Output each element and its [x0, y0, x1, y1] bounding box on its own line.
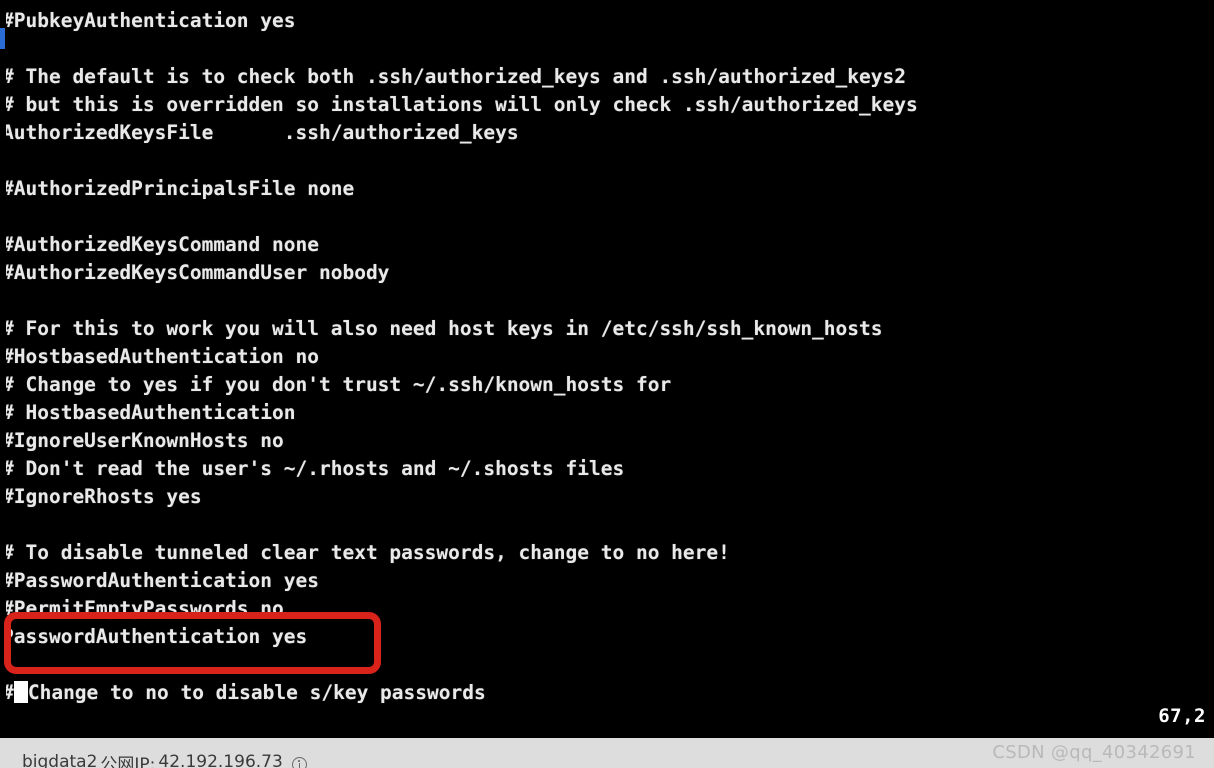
terminal-line: #PasswordAuthentication yes: [2, 569, 319, 592]
ip-address-value: 42.192.196.73: [158, 752, 283, 768]
terminal-window: #PubkeyAuthentication yes # The default …: [0, 0, 1214, 768]
terminal-line: # To disable tunneled clear text passwor…: [2, 541, 730, 564]
terminal-line: #IgnoreRhosts yes: [2, 485, 202, 508]
info-circle-icon[interactable]: [291, 756, 307, 768]
terminal-line: #IgnoreUserKnownHosts no: [2, 429, 284, 452]
terminal-line-highlighted: PasswordAuthentication yes: [2, 625, 308, 648]
terminal-text-buffer: #PubkeyAuthentication yes # The default …: [0, 7, 1214, 707]
terminal-line: #PubkeyAuthentication yes: [2, 9, 296, 32]
terminal-line: #AuthorizedKeysCommandUser nobody: [2, 261, 390, 284]
terminal-line: #AuthorizedPrincipalsFile none: [2, 177, 355, 200]
terminal-line: #PermitEmptyPasswords no: [2, 597, 284, 620]
terminal-line: #AuthorizedKeysCommand none: [2, 233, 319, 256]
terminal-line: # Don't read the user's ~/.rhosts and ~/…: [2, 457, 625, 480]
terminal-screen[interactable]: #PubkeyAuthentication yes # The default …: [0, 0, 1214, 738]
host-name-label: bigdata2: [22, 752, 98, 768]
vertical-scrollbar[interactable]: [0, 0, 6, 738]
host-info: bigdata2 公网IP: 42.192.196.73: [22, 750, 307, 768]
terminal-line: # HostbasedAuthentication: [2, 401, 296, 424]
watermark-label: CSDN @qq_40342691: [992, 741, 1196, 763]
terminal-line: #HostbasedAuthentication no: [2, 345, 319, 368]
terminal-line: # Change to yes if you don't trust ~/.ss…: [2, 373, 672, 396]
line-suffix: Change to no to disable s/key passwords: [27, 681, 486, 704]
terminal-line: AuthorizedKeysFile .ssh/authorized_keys: [2, 121, 519, 144]
terminal-line: # The default is to check both .ssh/auth…: [2, 65, 906, 88]
text-cursor: [13, 681, 28, 703]
scrollbar-thumb[interactable]: [0, 28, 5, 49]
terminal-line: # but this is overridden so installation…: [2, 93, 918, 116]
terminal-line-with-cursor: # Change to no to disable s/key passwords: [2, 679, 1214, 707]
status-bar: bigdata2 公网IP: 42.192.196.73 CSDN @qq_40…: [0, 738, 1214, 768]
cursor-position-indicator: 67,2: [1158, 705, 1206, 727]
terminal-line: # For this to work you will also need ho…: [2, 317, 883, 340]
public-ip-label: 公网IP:: [100, 754, 156, 768]
